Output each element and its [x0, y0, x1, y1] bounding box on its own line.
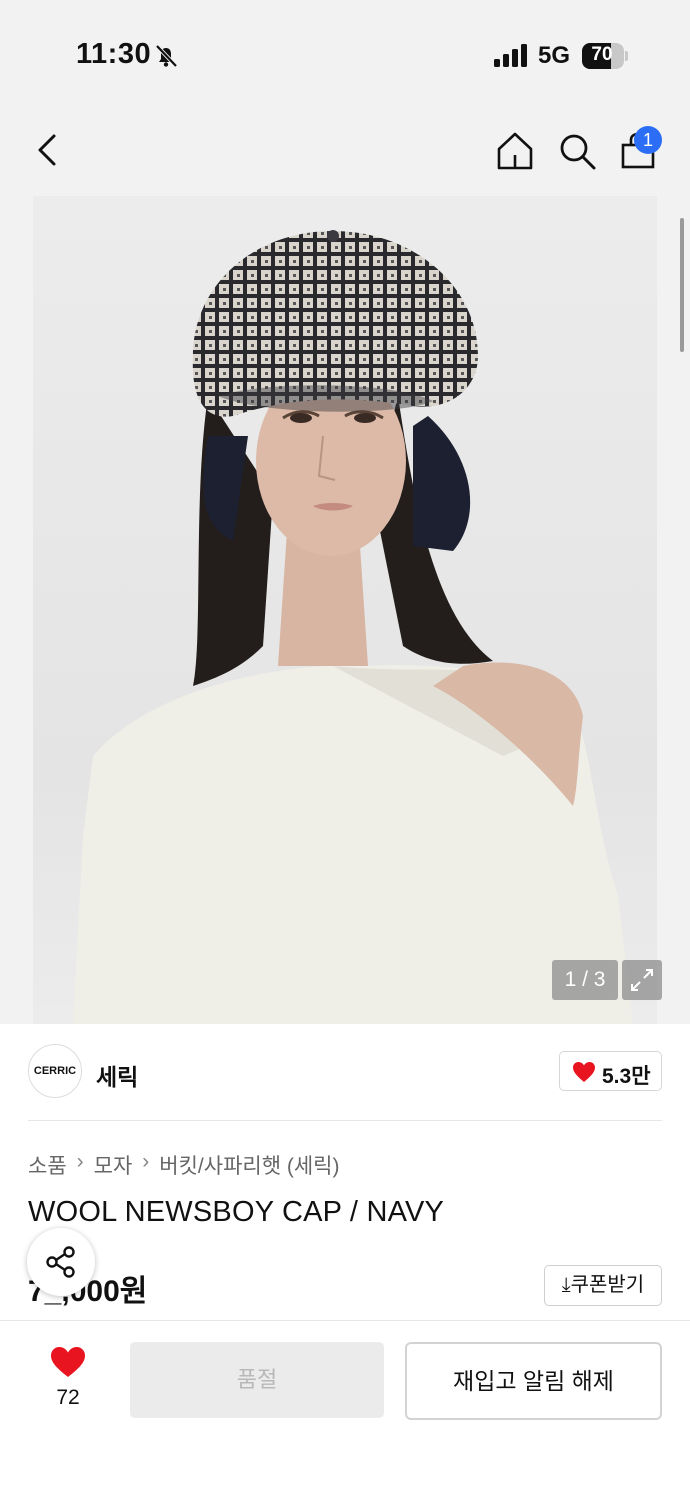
product-image[interactable]	[33, 196, 657, 1024]
coupon-label: 쿠폰받기	[570, 1274, 645, 1296]
share-icon	[46, 1246, 75, 1278]
soldout-button[interactable]: 품절	[130, 1342, 384, 1418]
wishlist-heart-icon[interactable]	[50, 1346, 86, 1378]
battery-percent: 70	[591, 44, 613, 65]
expand-icon[interactable]	[622, 960, 662, 1000]
breadcrumb-item[interactable]: 소품	[28, 1150, 67, 1180]
image-counter: 1 / 3	[552, 960, 618, 1000]
breadcrumb: 소품 › 모자 › 버킷/사파리햇 (세릭)	[28, 1150, 340, 1180]
search-icon[interactable]	[556, 130, 598, 172]
coupon-button[interactable]: ⤓쿠폰받기	[544, 1265, 662, 1306]
restock-alert-button[interactable]: 재입고 알림 해제	[405, 1342, 662, 1420]
brand-name[interactable]: 세릭	[96, 1058, 138, 1092]
brand-logo[interactable]: CERRIC	[28, 1044, 82, 1098]
divider	[28, 1120, 662, 1121]
signal-icon	[494, 44, 527, 67]
download-icon: ⤓	[561, 1274, 571, 1296]
brand-like-button[interactable]: 5.3만	[559, 1051, 662, 1091]
battery-icon: 70	[582, 43, 628, 69]
chevron-right-icon: ›	[76, 1150, 84, 1173]
brand-like-count: 5.3만	[602, 1065, 651, 1088]
status-time: 11:30	[76, 38, 152, 70]
scroll-indicator[interactable]	[680, 218, 684, 352]
heart-icon	[573, 1062, 595, 1082]
share-button[interactable]	[27, 1228, 95, 1296]
bell-off-icon	[155, 44, 178, 68]
chevron-right-icon: ›	[142, 1150, 150, 1173]
breadcrumb-item[interactable]: 버킷/사파리햇 (세릭)	[159, 1150, 339, 1180]
wishlist-count: 72	[56, 1386, 80, 1409]
breadcrumb-item[interactable]: 모자	[94, 1150, 133, 1180]
home-icon[interactable]	[494, 130, 536, 172]
cart-count-badge: 1	[634, 126, 662, 154]
product-title: WOOL NEWSBOY CAP / NAVY	[28, 1196, 445, 1228]
network-label: 5G	[538, 42, 571, 69]
back-icon[interactable]	[30, 130, 66, 170]
